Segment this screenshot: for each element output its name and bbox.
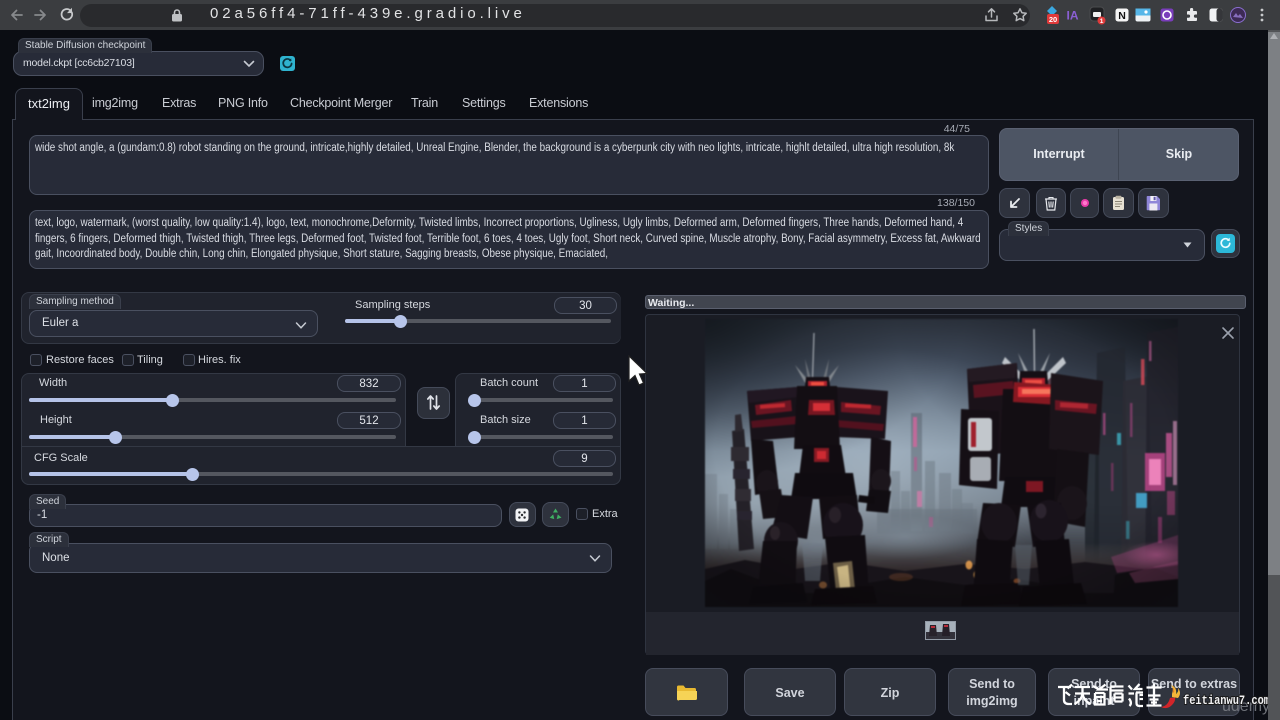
svg-text:feitianwu7.com: feitianwu7.com — [1183, 693, 1270, 708]
svg-text:20: 20 — [1049, 15, 1057, 24]
svg-text:IA: IA — [1067, 9, 1079, 23]
svg-text:N: N — [1118, 10, 1126, 22]
svg-text:1: 1 — [1100, 18, 1104, 25]
